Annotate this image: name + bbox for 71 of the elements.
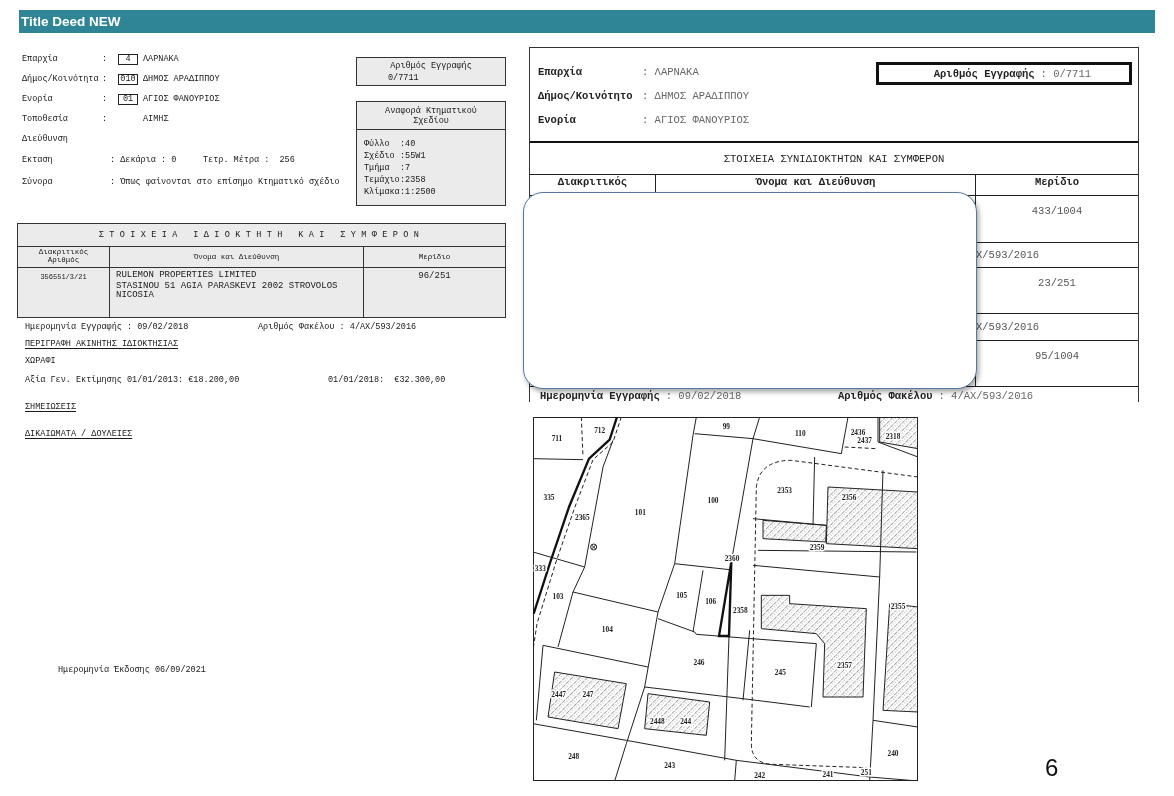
- column-header: Μερίδιο: [1034, 176, 1080, 190]
- reference-value: :2358: [400, 175, 426, 185]
- title-text: Title Deed NEW: [21, 14, 121, 29]
- field-label: Διεύθυνση: [22, 134, 69, 144]
- field-value: ΑΙΜΗΣ: [143, 114, 169, 124]
- panel-title: Αριθμός Εγγραφής: [389, 60, 473, 71]
- field-label: Ενορία: [22, 94, 54, 104]
- field-label: Τοποθεσία: [22, 114, 69, 124]
- field-value: : 4/ΑΧ/593/2016: [938, 390, 1034, 402]
- section-heading: ΠΕΡΙΓΡΑΦΗ ΑΚΙΝΗΤΗΣ ΙΔΙΟΚΤΗΣΙΑΣ: [25, 339, 179, 349]
- code-field: 010: [118, 73, 138, 85]
- field-value: : 09/02/2018: [665, 390, 742, 402]
- field-colon: :: [102, 54, 109, 64]
- reference-value: :1:2500: [400, 187, 436, 197]
- share-value: 433/1004: [1031, 205, 1083, 219]
- share-value: 23/251: [1038, 277, 1076, 291]
- survey-mark-icon: [590, 543, 598, 551]
- page-number: 6: [1045, 756, 1059, 780]
- reference-label: Κλίμακα: [364, 187, 400, 197]
- share-value: 95/1004: [1034, 350, 1080, 364]
- field-value: : 0/7711: [1040, 67, 1091, 80]
- file-number: Χ/593/2016: [976, 249, 1039, 261]
- reference-label: Τμήμα: [364, 163, 391, 173]
- reference-label: Φύλλο: [364, 139, 391, 149]
- registration-date: Ημερομηνία Εγγραφής : 09/02/2018: [25, 322, 190, 332]
- owner-name: RULEMON PROPERTIES LIMITED: [116, 271, 258, 281]
- owner-address: STASINOU 51 AGIA PARASKEVI 2002 STROVOLOS NICOSIA: [116, 281, 339, 301]
- file-number: Αριθμός Φακέλου : 4/ΑΧ/593/2016: [258, 322, 417, 332]
- section-heading: ΣΗΜΕΙΩΣΕΙΣ: [25, 402, 76, 412]
- field-value: : ΔΗΜΟΣ ΑΡΑΔΙΠΠΟΥ: [642, 90, 750, 102]
- field-label: Ημερομηνία Εγγραφής: [540, 390, 660, 402]
- field-label: Δήμος/Κοινότητο: [538, 90, 634, 102]
- field-label: Ενορία: [538, 114, 577, 126]
- field-value: ΔΗΜΟΣ ΑΡΑΔΙΠΠΟΥ: [143, 74, 220, 84]
- issue-date: Ημερομηνία Έκδοσης 06/09/2021: [58, 665, 206, 675]
- field-value: : Όπως φαίνονται στο επίσημο Κτηματικό σχέδιο: [110, 177, 340, 187]
- code-field: 4: [118, 53, 138, 65]
- section-heading: ΔΙΚΑΙΩΜΑΤΑ / ΔΟΥΛΕΙΕΣ: [25, 429, 133, 439]
- panel-title: Αναφορά Κτηματικού Σχεδίου: [384, 105, 478, 126]
- column-header: Όνομα και Διεύθυνση: [755, 176, 876, 190]
- reference-value: :7: [400, 163, 411, 173]
- field-value: ΛΑΡΝΑΚΑ: [143, 54, 179, 64]
- field-colon: :: [102, 114, 109, 124]
- field-label: Σύνορα: [22, 177, 54, 187]
- field-value: : ΑΓΙΟΣ ΦΑΝΟΥΡΙΟΣ: [642, 114, 750, 126]
- reference-value: :40: [400, 139, 416, 149]
- code-field: 01: [118, 93, 138, 105]
- share-value: 96/251: [418, 272, 451, 283]
- reference-label: Σχέδιο: [364, 151, 396, 161]
- table-title: ΣΤΟΙΧΕΙΑ ΣΥΝΙΔΙΟΚΤΗΤΩΝ ΚΑΙ ΣΥΜΦΕΡΟΝ: [723, 152, 945, 165]
- table-title: ΣΤΟΙΧΕΙΑ ΙΔΙΟΚΤΗΤΗ ΚΑΙ ΣΥΜΦΕΡΟΝ: [98, 230, 425, 240]
- field-colon: :: [102, 74, 109, 84]
- field-value: : Δεκάρια : 0: [110, 155, 178, 165]
- property-type: ΧΩΡΑΦΙ: [25, 356, 56, 366]
- field-label: Αριθμός Εγγραφής: [933, 67, 1035, 80]
- field-value: ΑΓΙΟΣ ΦΑΝΟΥΡΙΟΣ: [143, 94, 220, 104]
- field-value: Τετρ. Μέτρα : 256: [203, 155, 295, 165]
- field-label: Δήμος/Κοινότητα: [22, 74, 100, 84]
- field-label: Επαρχία: [538, 66, 584, 78]
- field-label: Αριθμός Φακέλου: [838, 390, 933, 402]
- reference-label: Τεμάχιο: [364, 175, 400, 185]
- field-value: : ΛΑΡΝΑΚΑ: [642, 66, 699, 78]
- reference-value: :55W1: [400, 151, 426, 161]
- field-label: Εκταση: [22, 155, 54, 165]
- file-number: Χ/593/2016: [976, 321, 1039, 333]
- field-label: Επαρχία: [22, 54, 59, 64]
- registration-number: 0/7711: [387, 72, 420, 83]
- field-colon: :: [102, 94, 109, 104]
- valuation-text: 01/01/2018: €32.300,00: [328, 375, 446, 385]
- valuation-text: Αξία Γεν. Εκτίμησης 01/01/2013: €18.200,00: [25, 375, 241, 385]
- column-header: Διακριτικός: [557, 176, 628, 190]
